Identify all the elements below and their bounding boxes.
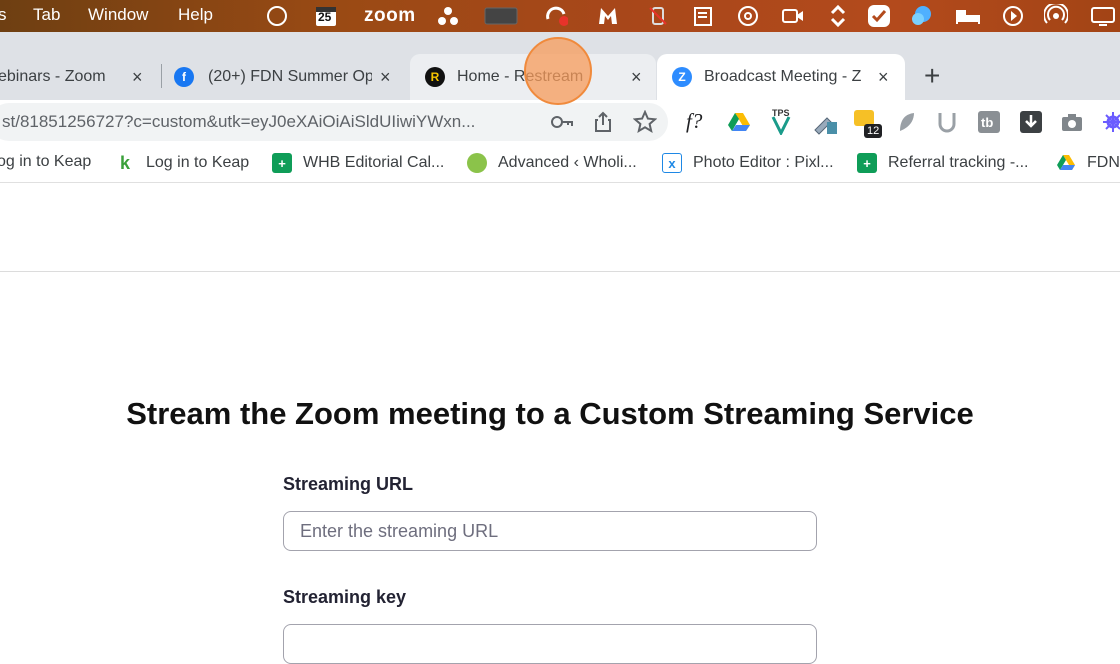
bookmark-photo-editor[interactable]: x Photo Editor : Pixl... — [662, 153, 834, 173]
calendar-day: 25 — [318, 10, 332, 24]
camera-icon[interactable] — [1059, 109, 1085, 135]
bookmark-advanced-wholistic[interactable]: Advanced ‹ Wholi... — [467, 153, 637, 173]
tab-fdn-summer[interactable]: f (20+) FDN Summer Op × — [174, 54, 406, 100]
share-icon[interactable] — [590, 109, 616, 135]
menu-item-window[interactable]: Window — [88, 5, 148, 25]
keap-icon: k — [119, 152, 130, 173]
bookmark-referral-tracking[interactable]: + Referral tracking -... — [857, 153, 1028, 173]
asana-icon[interactable] — [436, 4, 460, 28]
tab-close-icon[interactable]: × — [878, 67, 889, 88]
eyedropper-icon[interactable] — [811, 109, 837, 135]
bookmark-keap-2[interactable]: k Log in to Keap — [115, 153, 249, 173]
cursor-highlight — [524, 37, 592, 105]
sparkle-extension-icon[interactable] — [1100, 109, 1120, 135]
tab-divider — [161, 64, 162, 88]
streaming-url-label: Streaming URL — [283, 474, 414, 494]
zoom-menubar-icon[interactable]: zoom — [364, 5, 416, 27]
tab-title: ebinars - Zoom — [0, 68, 106, 85]
bookmark-whb-editorial[interactable]: + WHB Editorial Cal... — [272, 153, 444, 173]
google-sheets-icon: + — [272, 153, 292, 173]
malwarebytes-icon[interactable] — [596, 4, 620, 28]
tab-broadcast-meeting[interactable]: Z Broadcast Meeting - Z × — [657, 54, 905, 100]
new-tab-button[interactable]: + — [924, 60, 940, 92]
at-sign-icon[interactable] — [736, 4, 760, 28]
tps-extension-label: TPS — [772, 108, 790, 118]
svg-text:tb: tb — [981, 115, 993, 130]
bookmark-label: WHB Editorial Cal... — [303, 154, 445, 171]
page-header — [0, 183, 1120, 272]
muted-icon[interactable] — [646, 4, 670, 28]
google-drive-icon[interactable] — [726, 109, 752, 135]
bookmark-keap-1[interactable]: og in to Keap — [0, 153, 91, 171]
leaf-icon — [467, 153, 487, 173]
zoom-favicon-icon: Z — [672, 67, 692, 87]
pixlr-icon: x — [662, 153, 682, 173]
notes-edit-icon[interactable] — [692, 4, 716, 28]
restream-icon: R — [425, 67, 445, 87]
leaf-feather-icon[interactable] — [893, 109, 919, 135]
bookmark-fdn[interactable]: FDN — [1056, 153, 1120, 173]
bookmark-label: FDN — [1087, 154, 1120, 171]
airdrop-icon[interactable] — [1044, 4, 1068, 28]
tab-title: (20+) FDN Summer Op — [208, 68, 372, 85]
tab-webinars-zoom[interactable]: ebinars - Zoom × — [0, 54, 160, 100]
google-sheets-icon: + — [857, 153, 877, 173]
download-icon[interactable] — [1018, 109, 1044, 135]
key-icon[interactable] — [549, 109, 575, 135]
menu-item-help[interactable]: Help — [178, 5, 213, 25]
u-extension-icon[interactable] — [934, 109, 960, 135]
streaming-url-input[interactable] — [283, 511, 817, 551]
tubebuddy-icon[interactable]: tb — [976, 109, 1002, 135]
video-icon[interactable] — [781, 4, 805, 28]
streaming-key-input[interactable] — [283, 624, 817, 664]
menu-item-tab[interactable]: Tab — [33, 5, 60, 25]
menu-item-history[interactable]: s — [0, 5, 7, 25]
play-icon[interactable] — [1001, 4, 1025, 28]
google-drive-icon — [1056, 153, 1076, 173]
screen-recorder-icon[interactable] — [484, 4, 518, 28]
streaming-key-label: Streaming key — [283, 587, 407, 607]
bookmark-label: Photo Editor : Pixl... — [693, 154, 834, 171]
tab-close-icon[interactable]: × — [380, 67, 391, 88]
creative-cloud-icon[interactable] — [544, 4, 568, 28]
tab-close-icon[interactable]: × — [631, 67, 642, 88]
tab-close-icon[interactable]: × — [132, 67, 143, 88]
bookmark-star-icon[interactable] — [632, 109, 658, 135]
chevron-up-down-icon[interactable] — [826, 4, 850, 28]
bookmark-label: Advanced ‹ Wholi... — [498, 154, 637, 171]
checkmark-icon[interactable] — [867, 4, 891, 28]
bookmark-label: og in to Keap — [0, 153, 92, 170]
page-title: Stream the Zoom meeting to a Custom Stre… — [126, 396, 974, 431]
display-icon[interactable] — [1090, 4, 1116, 28]
extension-badge: 12 — [864, 124, 883, 138]
bed-icon[interactable] — [954, 4, 982, 28]
facebook-icon: f — [174, 67, 194, 87]
tab-title: Broadcast Meeting - Z — [704, 68, 862, 85]
bookmark-label: Log in to Keap — [146, 154, 250, 171]
fquery-extension-icon[interactable]: f? — [686, 109, 702, 134]
chat-bubble-icon[interactable] — [910, 4, 934, 28]
url-text[interactable]: st/81851256727?c=custom&utk=eyJ0eXAiOiAi… — [2, 112, 475, 132]
circle-icon[interactable] — [265, 4, 289, 28]
bookmark-label: Referral tracking -... — [888, 154, 1029, 171]
